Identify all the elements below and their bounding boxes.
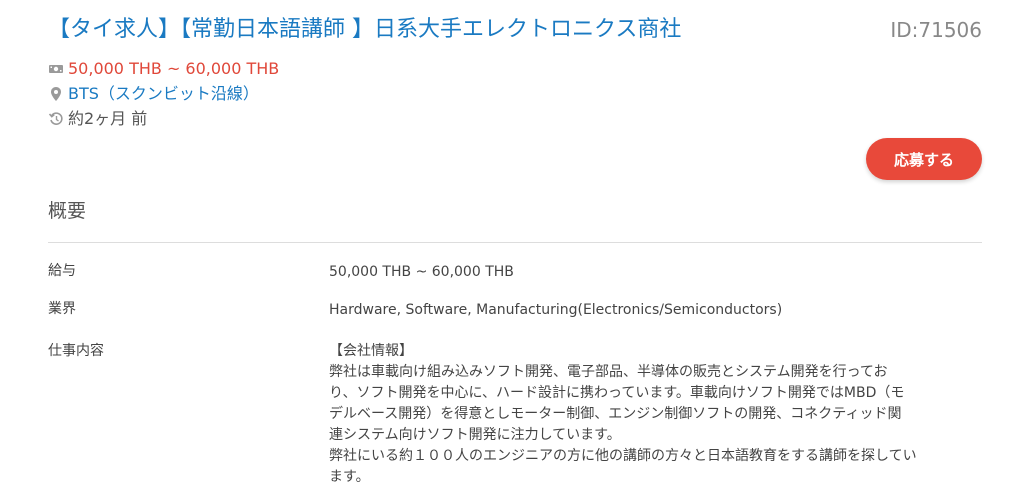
description-line: り、ソフト開発を中心に、ハード設計に携わっています。車載向けソフト開発ではMBD…: [329, 385, 905, 401]
job-location-meta[interactable]: BTS（スクンビット沿線）: [48, 83, 259, 105]
section-divider: [48, 242, 982, 243]
job-id: ID:71506: [890, 18, 982, 42]
map-pin-icon: [48, 86, 64, 102]
detail-label-industry: 業界: [48, 301, 76, 317]
job-detail-page: 【タイ求人】【常勤日本語講師 】日系大手エレクトロニクス商社 ID:71506 …: [0, 0, 1024, 497]
detail-value-description: 【会社情報】 弊社は車載向け組み込みソフト開発、電子部品、半導体の販売とシステム…: [329, 341, 982, 488]
job-location-text[interactable]: BTS（スクンビット沿線）: [68, 83, 259, 105]
description-line: 弊社は車載向け組み込みソフト開発、電子部品、半導体の販売とシステム開発を行ってお: [329, 364, 888, 380]
job-posted-meta: 約2ヶ月 前: [48, 108, 147, 130]
description-line: 弊社にいる約１００人のエンジニアの方に他の講師の方々と日本語教育をする講師を探し…: [329, 448, 917, 464]
job-posted-text: 約2ヶ月 前: [68, 109, 148, 128]
description-line: 【会社情報】: [329, 343, 413, 359]
overview-title: 概要: [48, 200, 87, 222]
detail-value-salary: 50,000 THB ~ 60,000 THB: [329, 264, 514, 280]
history-icon: [48, 111, 64, 127]
description-line: ます。: [329, 469, 370, 485]
detail-label-description: 仕事内容: [48, 343, 104, 359]
detail-label-salary: 給与: [48, 263, 76, 279]
apply-button[interactable]: 応募する: [866, 138, 982, 180]
description-line: 連システム向けソフト開発に注力しています。: [329, 427, 621, 443]
job-title[interactable]: 【タイ求人】【常勤日本語講師 】日系大手エレクトロニクス商社: [48, 14, 681, 46]
money-icon: [48, 61, 64, 77]
job-header: 【タイ求人】【常勤日本語講師 】日系大手エレクトロニクス商社 ID:71506: [48, 14, 982, 48]
detail-value-industry: Hardware, Software, Manufacturing(Electr…: [329, 302, 783, 318]
job-salary-text: 50,000 THB ~ 60,000 THB: [68, 59, 280, 78]
description-line: デルベース開発）を得意としモーター制御、エンジン制御ソフトの開発、コネクティッド…: [329, 406, 902, 422]
job-salary-meta: 50,000 THB ~ 60,000 THB: [48, 58, 279, 80]
